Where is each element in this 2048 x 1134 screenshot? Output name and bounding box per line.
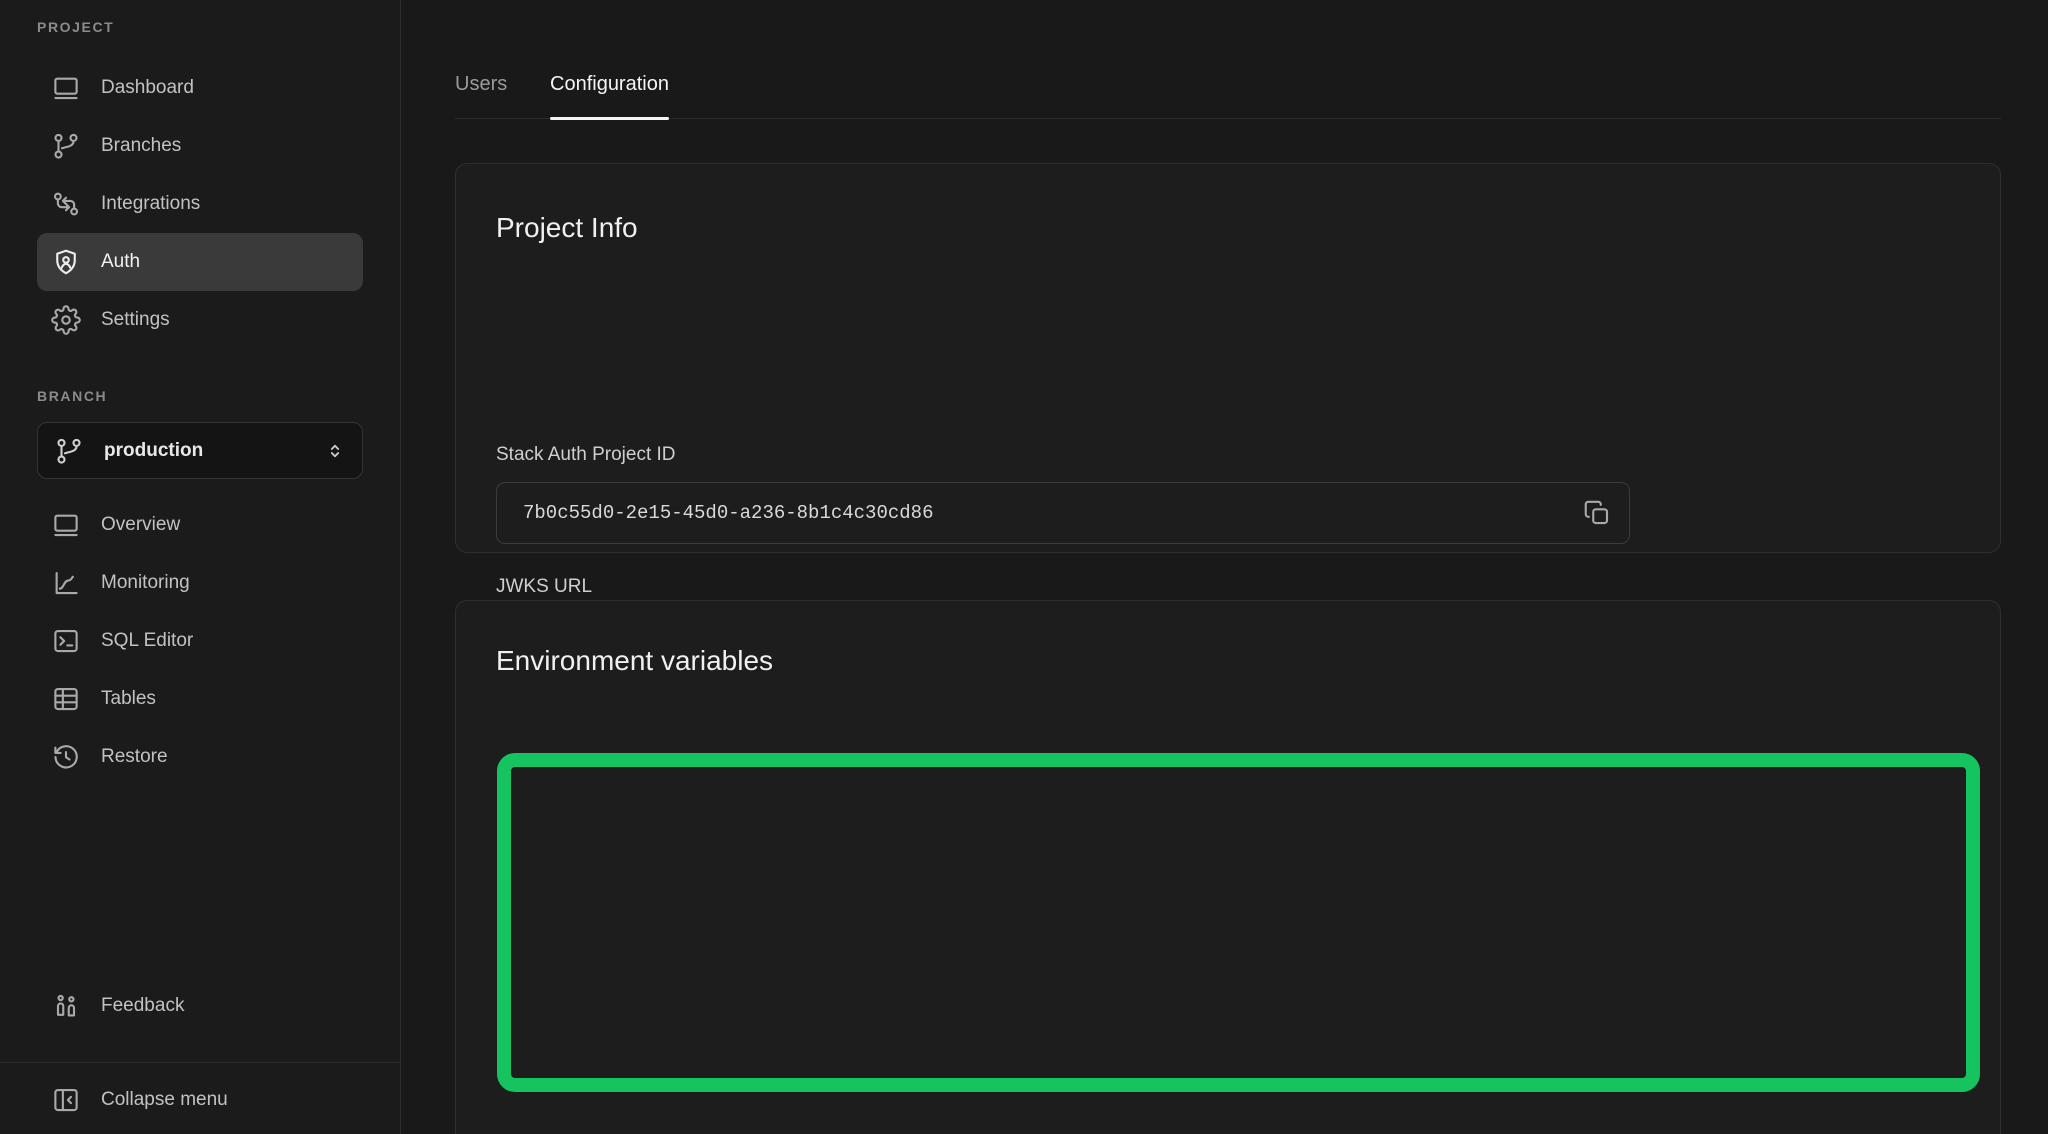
branch-nav: Overview Monitoring SQL Editor Tables Restor… [37,496,363,786]
branch-selector-value: production [104,440,304,462]
sidebar-item-integrations[interactable]: Integrations [37,175,363,233]
auth-icon [51,247,81,277]
branches-icon [54,436,84,466]
sidebar-item-feedback[interactable]: Feedback [37,978,363,1034]
environment-variables-card: Environment variables Select your framew… [455,600,2001,1134]
tab-users[interactable]: Users [455,50,507,118]
project-section-label: PROJECT [37,19,114,35]
sidebar-item-label: Branches [101,135,181,157]
dashboard-icon [51,73,81,103]
page-tabs: Users Configuration [455,0,2001,119]
sidebar-item-auth[interactable]: Auth [37,233,363,291]
sidebar-item-label: Integrations [101,193,200,215]
sidebar-item-settings[interactable]: Settings [37,291,363,349]
project-id-field[interactable]: 7b0c55d0-2e15-45d0-a236-8b1c4c30cd86 [496,482,1630,544]
sidebar-item-tables[interactable]: Tables [37,670,363,728]
branches-icon [51,131,81,161]
integrations-icon [51,189,81,219]
project-id-value: 7b0c55d0-2e15-45d0-a236-8b1c4c30cd86 [523,502,933,524]
project-id-label: Stack Auth Project ID [496,444,676,466]
monitoring-icon [51,568,81,598]
sidebar-item-label: Settings [101,309,170,331]
environment-variables-title: Environment variables [496,645,773,677]
collapse-menu-button[interactable]: Collapse menu [37,1072,363,1128]
copy-project-id-button[interactable] [1577,493,1617,533]
project-info-card: Project Info Stack Auth Project ID 7b0c5… [455,163,2001,553]
copy-icon [1582,498,1612,528]
sidebar-item-label: Tables [101,688,156,710]
sidebar-item-overview[interactable]: Overview [37,496,363,554]
project-nav: Dashboard Branches Integrations Auth Setting… [37,59,363,349]
tables-icon [51,684,81,714]
jwks-url-label: JWKS URL [496,576,592,598]
feedback-icon [51,991,81,1021]
feedback-label: Feedback [101,995,184,1017]
sql-editor-icon [51,626,81,656]
project-info-title: Project Info [496,212,638,244]
sidebar-item-restore[interactable]: Restore [37,728,363,786]
settings-icon [51,305,81,335]
sidebar-item-label: Restore [101,746,168,768]
sidebar-item-label: SQL Editor [101,630,193,652]
chevron-up-down-icon [324,440,346,462]
sidebar-item-monitoring[interactable]: Monitoring [37,554,363,612]
sidebar-item-label: Monitoring [101,572,190,594]
main-content: Users Configuration Project Info Stack A… [402,0,2048,1134]
sidebar-item-label: Overview [101,514,180,536]
restore-icon [51,742,81,772]
sidebar-item-branches[interactable]: Branches [37,117,363,175]
sidebar: PROJECT Dashboard Branches Integrations Aut… [0,0,401,1134]
sidebar-item-sql-editor[interactable]: SQL Editor [37,612,363,670]
tab-configuration[interactable]: Configuration [550,50,669,118]
sidebar-item-label: Dashboard [101,77,194,99]
overview-icon [51,510,81,540]
collapse-icon [51,1085,81,1115]
sidebar-item-dashboard[interactable]: Dashboard [37,59,363,117]
sidebar-item-label: Auth [101,251,140,273]
branch-section-label: BRANCH [37,388,107,404]
branch-selector[interactable]: production [37,422,363,479]
sidebar-divider [0,1062,401,1063]
collapse-menu-label: Collapse menu [101,1089,228,1111]
